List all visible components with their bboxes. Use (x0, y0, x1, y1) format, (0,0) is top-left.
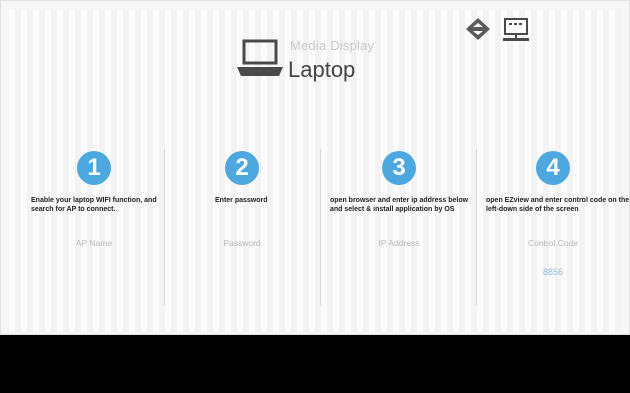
page-title: Laptop (288, 57, 356, 82)
step-1-number-badge: 1 (77, 151, 111, 185)
network-display-icon[interactable] (501, 17, 531, 43)
step-1: 1 Enable your laptop WIFI function, and … (19, 141, 169, 311)
step-4: 4 open EZview and enter control code on … (478, 141, 630, 311)
step-2-instruction: Enter password (215, 197, 268, 204)
control-code-value: 8856 (542, 267, 564, 277)
app-subtitle: Media Display (290, 38, 375, 53)
step-4-instruction: open EZview and enter control code on th… (486, 197, 630, 213)
step-3-number-badge: 3 (382, 151, 416, 185)
password-field[interactable]: Password (167, 238, 317, 248)
step-2-number-badge: 2 (225, 151, 259, 185)
step-4-number-badge: 4 (536, 151, 570, 185)
step-1-instruction: Enable your laptop WIFI function, and se… (31, 197, 157, 213)
laptop-icon (237, 39, 283, 76)
step-3-instruction: open browser and enter ip address below … (330, 197, 469, 213)
ip-address-field[interactable]: IP Address (324, 238, 474, 248)
steps-row: 1 Enable your laptop WIFI function, and … (1, 141, 630, 311)
bottom-bar (0, 335, 630, 393)
control-code-field[interactable]: Control Code (478, 238, 628, 248)
ap-name-field[interactable]: AP Name (19, 238, 169, 248)
step-3: 3 open browser and enter ip address belo… (324, 141, 474, 311)
header: Media Display Laptop (1, 1, 630, 101)
step-2: 2 Enter password Password (167, 141, 317, 311)
toggle-arrows-icon[interactable] (465, 17, 491, 41)
media-display-panel: Media Display Laptop 1 Enable your lapto… (0, 0, 630, 335)
